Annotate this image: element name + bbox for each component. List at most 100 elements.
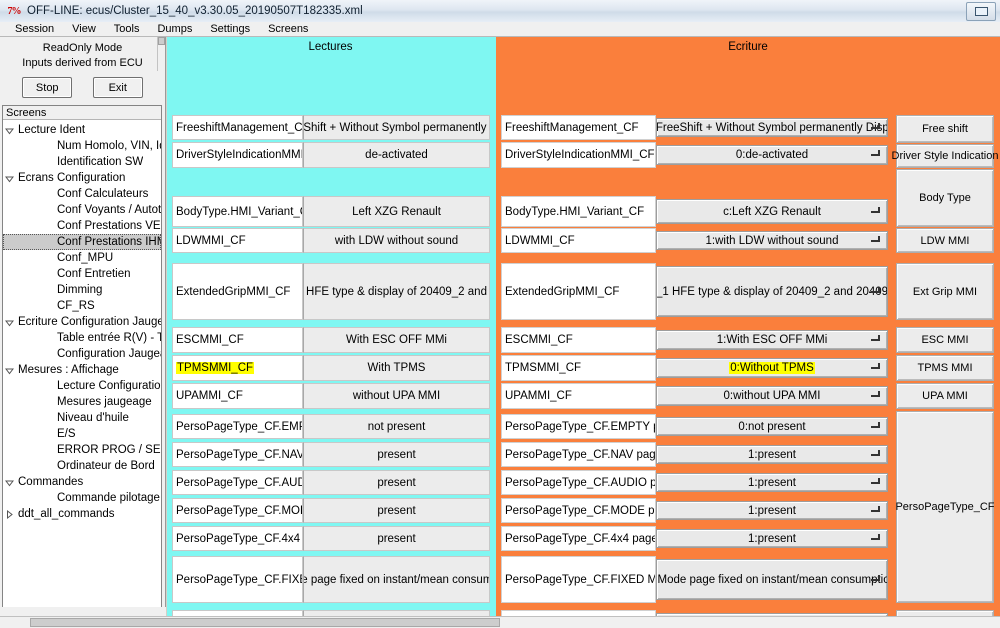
chevron-down-icon[interactable] [3,174,16,183]
ecriture-value-text: 0:Without TPMS [729,362,815,374]
menu-item-settings[interactable]: Settings [201,23,259,35]
menu-item-dumps[interactable]: Dumps [148,23,201,35]
ecriture-value-dropdown[interactable]: 20409_1 HFE type & display of 20409_2 an… [656,266,888,317]
side-button-body-type[interactable]: Body Type [896,169,994,227]
dropdown-arrow-icon [871,533,880,540]
side-button-label: UPA MMI [922,390,968,402]
horizontal-scrollbar-thumb[interactable] [30,618,500,627]
exit-button[interactable]: Exit [92,77,143,98]
tree-item-cf-rs[interactable]: CF_RS [3,298,161,314]
restore-window-button[interactable] [966,2,996,21]
screens-tree-panel: Screens Lecture Ident Num Homolo, VIN, Id… [2,105,162,623]
dropdown-arrow-icon [871,286,880,293]
ecriture-param-name: TPMSMMI_CF [501,355,656,381]
exit-button-label: Exit [108,81,127,94]
chevron-down-icon[interactable] [3,318,16,327]
side-button-tpms-mmi[interactable]: TPMS MMI [896,355,994,381]
side-button-upa-mmi[interactable]: UPA MMI [896,383,994,409]
ecriture-value-dropdown[interactable]: 1:with LDW without sound [656,231,888,250]
tree-item-conf-mpu[interactable]: Conf_MPU [3,250,161,266]
tree-item-niveau-d-huile[interactable]: Niveau d'huile [3,410,161,426]
side-button-label: Driver Style Indication [891,150,999,162]
horizontal-scrollbar[interactable] [0,616,1000,628]
tree-item-conf-prestations-veh[interactable]: Conf Prestations VEH [3,218,161,234]
ecriture-value-dropdown[interactable]: 1:present [656,529,888,548]
side-button-ldw-mmi[interactable]: LDW MMI [896,228,994,253]
ecriture-value-dropdown[interactable]: 1:present [656,501,888,520]
ecriture-value-dropdown[interactable]: 0:de-activated [656,145,888,165]
lecture-row: ExtendedGripMMI_CF0_1 HFE type & display… [172,263,490,320]
lecture-param-value: 0_1 HFE type & display of 20409_2 and 20… [303,263,490,320]
tree-item-conf-prestations-ihm[interactable]: Conf Prestations IHM [3,234,161,250]
ecriture-value-text: 0:de-activated [735,149,809,161]
side-button-esc-mmi[interactable]: ESC MMI [896,327,994,353]
ecriture-value-dropdown[interactable]: 1:present [656,473,888,492]
lecture-row: PersoPageType_CF.EMPT not present [172,414,490,439]
tree-item-label: Identification SW [57,156,144,168]
chevron-down-icon[interactable] [3,478,16,487]
ecriture-value-dropdown[interactable]: 1:Mode page fixed on instant/mean consum… [656,559,888,600]
menu-item-tools[interactable]: Tools [105,23,149,35]
tree-item-error-prog-serv-stop-f[interactable]: ERROR PROG / SERV / STOP/ F [3,442,161,458]
dropdown-arrow-icon [871,150,880,156]
chevron-down-icon[interactable] [3,366,16,375]
tree-item-identification-sw[interactable]: Identification SW [3,154,161,170]
side-button-label: Ext Grip MMI [912,285,978,298]
tree-item-commandes[interactable]: Commandes [3,474,161,490]
tree-item-commande-pilotage[interactable]: Commande pilotage [3,490,161,506]
tree-item-ecriture-configuration-jaugeage[interactable]: Ecriture Configuration Jaugeage [3,314,161,330]
tree-item-label: Conf Calculateurs [57,188,149,200]
ecriture-row: PersoPageType_CF.MODE page 1:present [501,498,890,523]
chevron-down-icon[interactable] [3,126,16,135]
ecriture-value-dropdown[interactable]: 0:without UPA MMI [656,386,888,406]
menu-item-view[interactable]: View [63,23,105,35]
lecture-row: PersoPageType_CF.4x4 pa present [172,526,490,551]
ecriture-value-text: 1:Mode page fixed on instant/mean consum… [656,573,888,586]
tree-item-lecture-configuration-jaugeag[interactable]: Lecture Configuration Jaugeag [3,378,161,394]
ecriture-param-name: BodyType.HMI_Variant_CF [501,196,656,227]
stop-button[interactable]: Stop [22,77,73,98]
tree-item-ordinateur-de-bord[interactable]: Ordinateur de Bord [3,458,161,474]
ecriture-param-name: PersoPageType_CF.EMPTY pag [501,414,656,439]
application-window: 7% OFF-LINE: ecus/Cluster_15_40_v3.30.05… [0,0,1000,628]
ecriture-value-dropdown[interactable]: 1:With ESC OFF MMi [656,330,888,350]
lecture-row: FreeshiftManagement_CFreeShift + Without… [172,115,490,140]
tree-item-ddt-all-commands[interactable]: ddt_all_commands [3,506,161,522]
menu-item-session[interactable]: Session [6,23,63,35]
side-button-driver-style-indication[interactable]: Driver Style Indication [892,144,999,168]
ecriture-value-dropdown[interactable]: 1:present [656,445,888,464]
side-button-ext-grip-mmi[interactable]: Ext Grip MMI [896,263,994,320]
tree-item-configuration-jaugeage[interactable]: Configuration Jaugeage [3,346,161,362]
tree-item-table-entr-e-r-v-table-affic[interactable]: Table entrée R(V) - Table Affic [3,330,161,346]
ecriture-value-dropdown[interactable]: c:Left XZG Renault [656,199,888,224]
ecriture-value-dropdown[interactable]: ith FreeShift + Without Symbol permanent… [656,118,888,137]
tree-item-conf-calculateurs[interactable]: Conf Calculateurs [3,186,161,202]
ecriture-value-dropdown[interactable]: 0:Without TPMS [656,358,888,378]
tree-item-mesures-jaugeage[interactable]: Mesures jaugeage [3,394,161,410]
ecriture-row: LDWMMI_CF 1:with LDW without sound [501,228,890,253]
chevron-right-icon[interactable] [3,509,16,519]
left-panel-scrollbar[interactable] [157,37,165,71]
tree-item-label: E/S [57,428,76,440]
side-button-label: Body Type [919,192,971,204]
lecture-param-value: With ESC OFF MMi [303,327,490,353]
tree-item-e-s[interactable]: E/S [3,426,161,442]
tree-item-ecrans-configuration[interactable]: Ecrans Configuration [3,170,161,186]
menu-item-screens[interactable]: Screens [259,23,317,35]
ecriture-value-dropdown[interactable]: 0:not present [656,417,888,436]
tree-item-conf-voyants-autotest[interactable]: Conf Voyants / Autotest [3,202,161,218]
side-button-persopagetype-cf[interactable]: PersoPageType_CF [895,411,995,603]
tree-item-lecture-ident[interactable]: Lecture Ident [3,122,161,138]
side-button-free-shift[interactable]: Free shift [896,115,994,143]
lecture-param-name: PersoPageType_CF.MODE [172,498,303,523]
tree-item-label: Conf Entretien [57,268,131,280]
dropdown-arrow-icon [871,391,880,397]
tree-item-conf-entretien[interactable]: Conf Entretien [3,266,161,282]
scrollbar-thumb[interactable] [158,37,165,45]
app-icon: 7% [7,5,22,17]
tree-item-dimming[interactable]: Dimming [3,282,161,298]
tree-item-mesures-affichage[interactable]: Mesures : Affichage [3,362,161,378]
tree-item-num-homolo-vin-ident-syste[interactable]: Num Homolo, VIN, Ident Syste [3,138,161,154]
ecriture-param-name: PersoPageType_CF.AUDIO page [501,470,656,495]
inputs-source-label: Inputs derived from ECU [22,57,143,69]
